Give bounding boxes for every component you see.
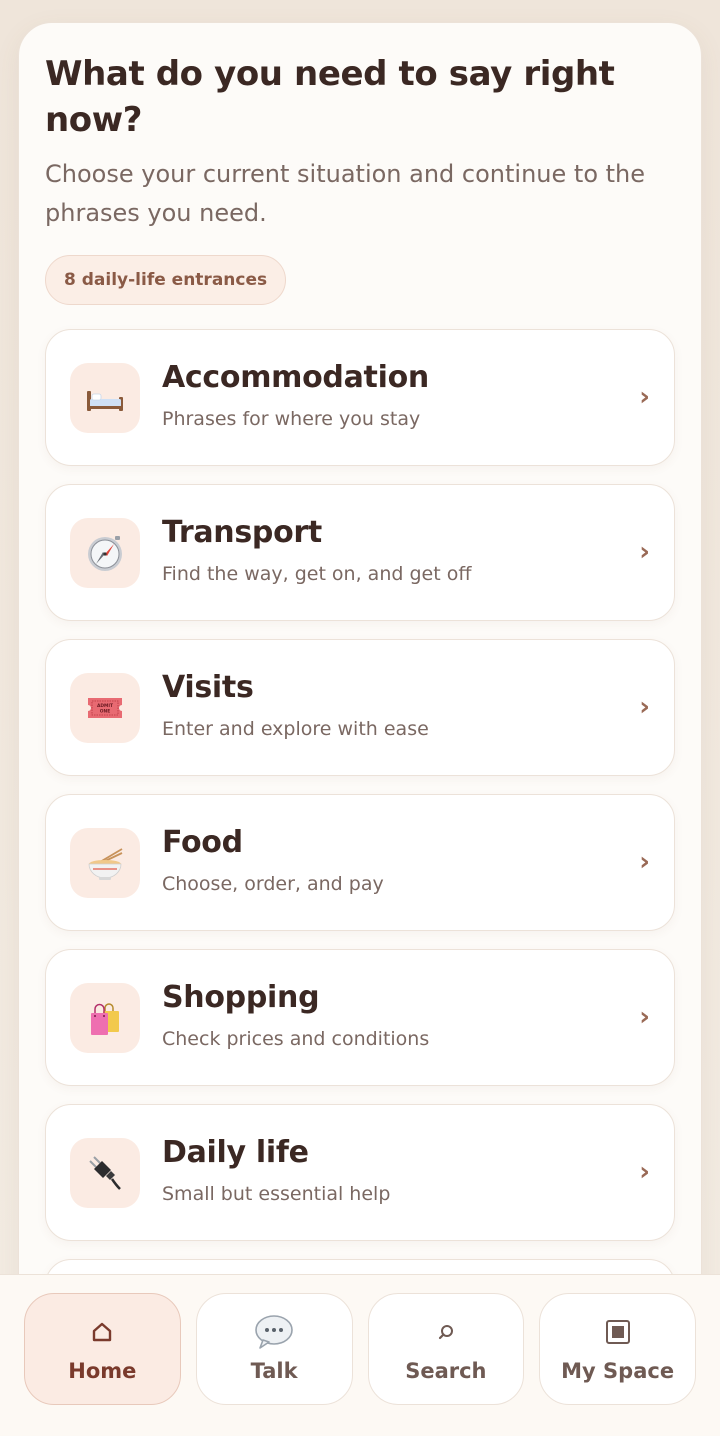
category-subtitle: Find the way, get on, and get off	[162, 563, 472, 585]
square-icon	[605, 1315, 631, 1349]
speech-bubble-icon	[254, 1315, 294, 1349]
home-icon	[90, 1315, 114, 1349]
shopping-bags-icon	[70, 983, 140, 1053]
nav-my-space[interactable]: My Space	[539, 1293, 696, 1405]
compass-icon	[70, 518, 140, 588]
category-subtitle: Enter and explore with ease	[162, 718, 429, 740]
ticket-icon: ADMIT ONE	[70, 673, 140, 743]
svg-text:ADMIT: ADMIT	[97, 703, 113, 709]
chevron-right-icon: ›	[639, 1157, 650, 1187]
category-title: Daily life	[162, 1135, 309, 1170]
plug-icon	[70, 1138, 140, 1208]
category-subtitle: Small but essential help	[162, 1183, 391, 1205]
nav-label: Home	[68, 1359, 137, 1383]
bottom-navigation: Home Talk Search My Space	[0, 1274, 720, 1436]
chevron-right-icon: ›	[639, 692, 650, 722]
page-title: What do you need to say right now?	[45, 54, 615, 140]
nav-label: Search	[405, 1359, 487, 1383]
category-subtitle: Phrases for where you stay	[162, 408, 421, 430]
noodle-bowl-icon	[70, 828, 140, 898]
chevron-right-icon: ›	[639, 537, 650, 567]
category-title: Food	[162, 825, 243, 860]
screen: What do you need to say right now? Choos…	[0, 0, 720, 1436]
category-card-transport[interactable]: Transport Find the way, get on, and get …	[45, 484, 675, 621]
chevron-right-icon: ›	[639, 1002, 650, 1032]
entrances-count-badge: 8 daily-life entrances	[45, 255, 287, 305]
chevron-right-icon: ›	[639, 847, 650, 877]
category-title: Visits	[162, 670, 254, 705]
nav-label: Talk	[250, 1359, 298, 1383]
main-panel: What do you need to say right now? Choos…	[18, 22, 702, 1422]
page-subtitle: Choose your current situation and contin…	[45, 160, 646, 227]
nav-talk[interactable]: Talk	[195, 1293, 353, 1405]
category-subtitle: Choose, order, and pay	[162, 873, 384, 895]
nav-home[interactable]: Home	[24, 1293, 181, 1405]
category-list: Accommodation Phrases for where you stay…	[45, 329, 675, 1339]
category-title: Accommodation	[162, 360, 429, 395]
category-card-accommodation[interactable]: Accommodation Phrases for where you stay…	[45, 329, 675, 466]
chevron-right-icon: ›	[639, 382, 650, 412]
category-card-shopping[interactable]: Shopping Check prices and conditions ›	[45, 949, 675, 1086]
category-title: Shopping	[162, 980, 320, 1015]
category-card-daily-life[interactable]: Daily life Small but essential help ›	[45, 1104, 675, 1241]
category-card-visits[interactable]: ADMIT ONE Visits Enter and explore with …	[45, 639, 675, 776]
category-card-food[interactable]: Food Choose, order, and pay ›	[45, 794, 675, 931]
bed-icon	[70, 363, 140, 433]
category-title: Transport	[162, 515, 322, 550]
search-icon	[436, 1315, 456, 1349]
nav-search[interactable]: Search	[367, 1293, 525, 1405]
category-subtitle: Check prices and conditions	[162, 1028, 430, 1050]
svg-text:ONE: ONE	[100, 709, 110, 715]
nav-label: My Space	[561, 1359, 675, 1383]
